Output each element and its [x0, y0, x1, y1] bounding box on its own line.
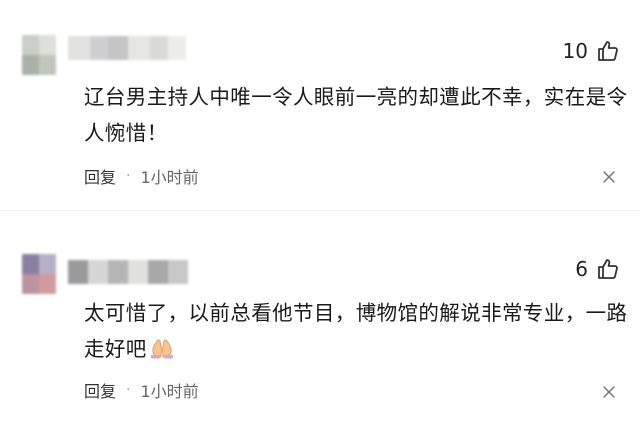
username-redacted[interactable]: [68, 260, 188, 284]
like-count: 10: [562, 39, 588, 63]
avatar[interactable]: [22, 35, 56, 75]
comment-timestamp: 1小时前: [140, 382, 199, 401]
comment-text: 辽台男主持人中唯一令人眼前一亮的却遭此不幸，实在是令人惋惜！: [84, 79, 629, 151]
comment-text: 太可惜了，以前总看他节目，博物馆的解说非常专业，一路走好吧: [84, 295, 629, 367]
like-control[interactable]: 10: [563, 38, 620, 64]
comment-timestamp: 1小时前: [140, 168, 199, 187]
meta-separator: ·: [126, 382, 131, 398]
comment-body: 辽台男主持人中唯一令人眼前一亮的却遭此不幸，实在是令人惋惜！: [84, 85, 628, 145]
reply-button[interactable]: 回复: [84, 164, 116, 188]
username-redacted[interactable]: [68, 36, 186, 60]
close-icon[interactable]: [602, 385, 616, 399]
avatar[interactable]: [22, 254, 56, 294]
reply-button[interactable]: 回复: [84, 378, 116, 402]
close-icon[interactable]: [602, 170, 616, 184]
divider: [0, 210, 640, 211]
comment-item: 6 太可惜了，以前总看他节目，博物馆的解说非常专业，一路走好吧 回复 · 1小时…: [0, 212, 640, 424]
comment-meta: 回复 · 1小时前: [84, 164, 199, 188]
thumbs-up-icon[interactable]: [596, 257, 620, 281]
comment-item: 10 辽台男主持人中唯一令人眼前一亮的却遭此不幸，实在是令人惋惜！ 回复 · 1…: [0, 0, 640, 212]
folded-hands-icon: [150, 339, 173, 359]
thumbs-up-icon[interactable]: [596, 39, 620, 63]
like-control[interactable]: 6: [575, 256, 620, 282]
meta-separator: ·: [126, 168, 131, 184]
comment-meta: 回复 · 1小时前: [84, 378, 199, 402]
like-count: 6: [575, 257, 588, 281]
